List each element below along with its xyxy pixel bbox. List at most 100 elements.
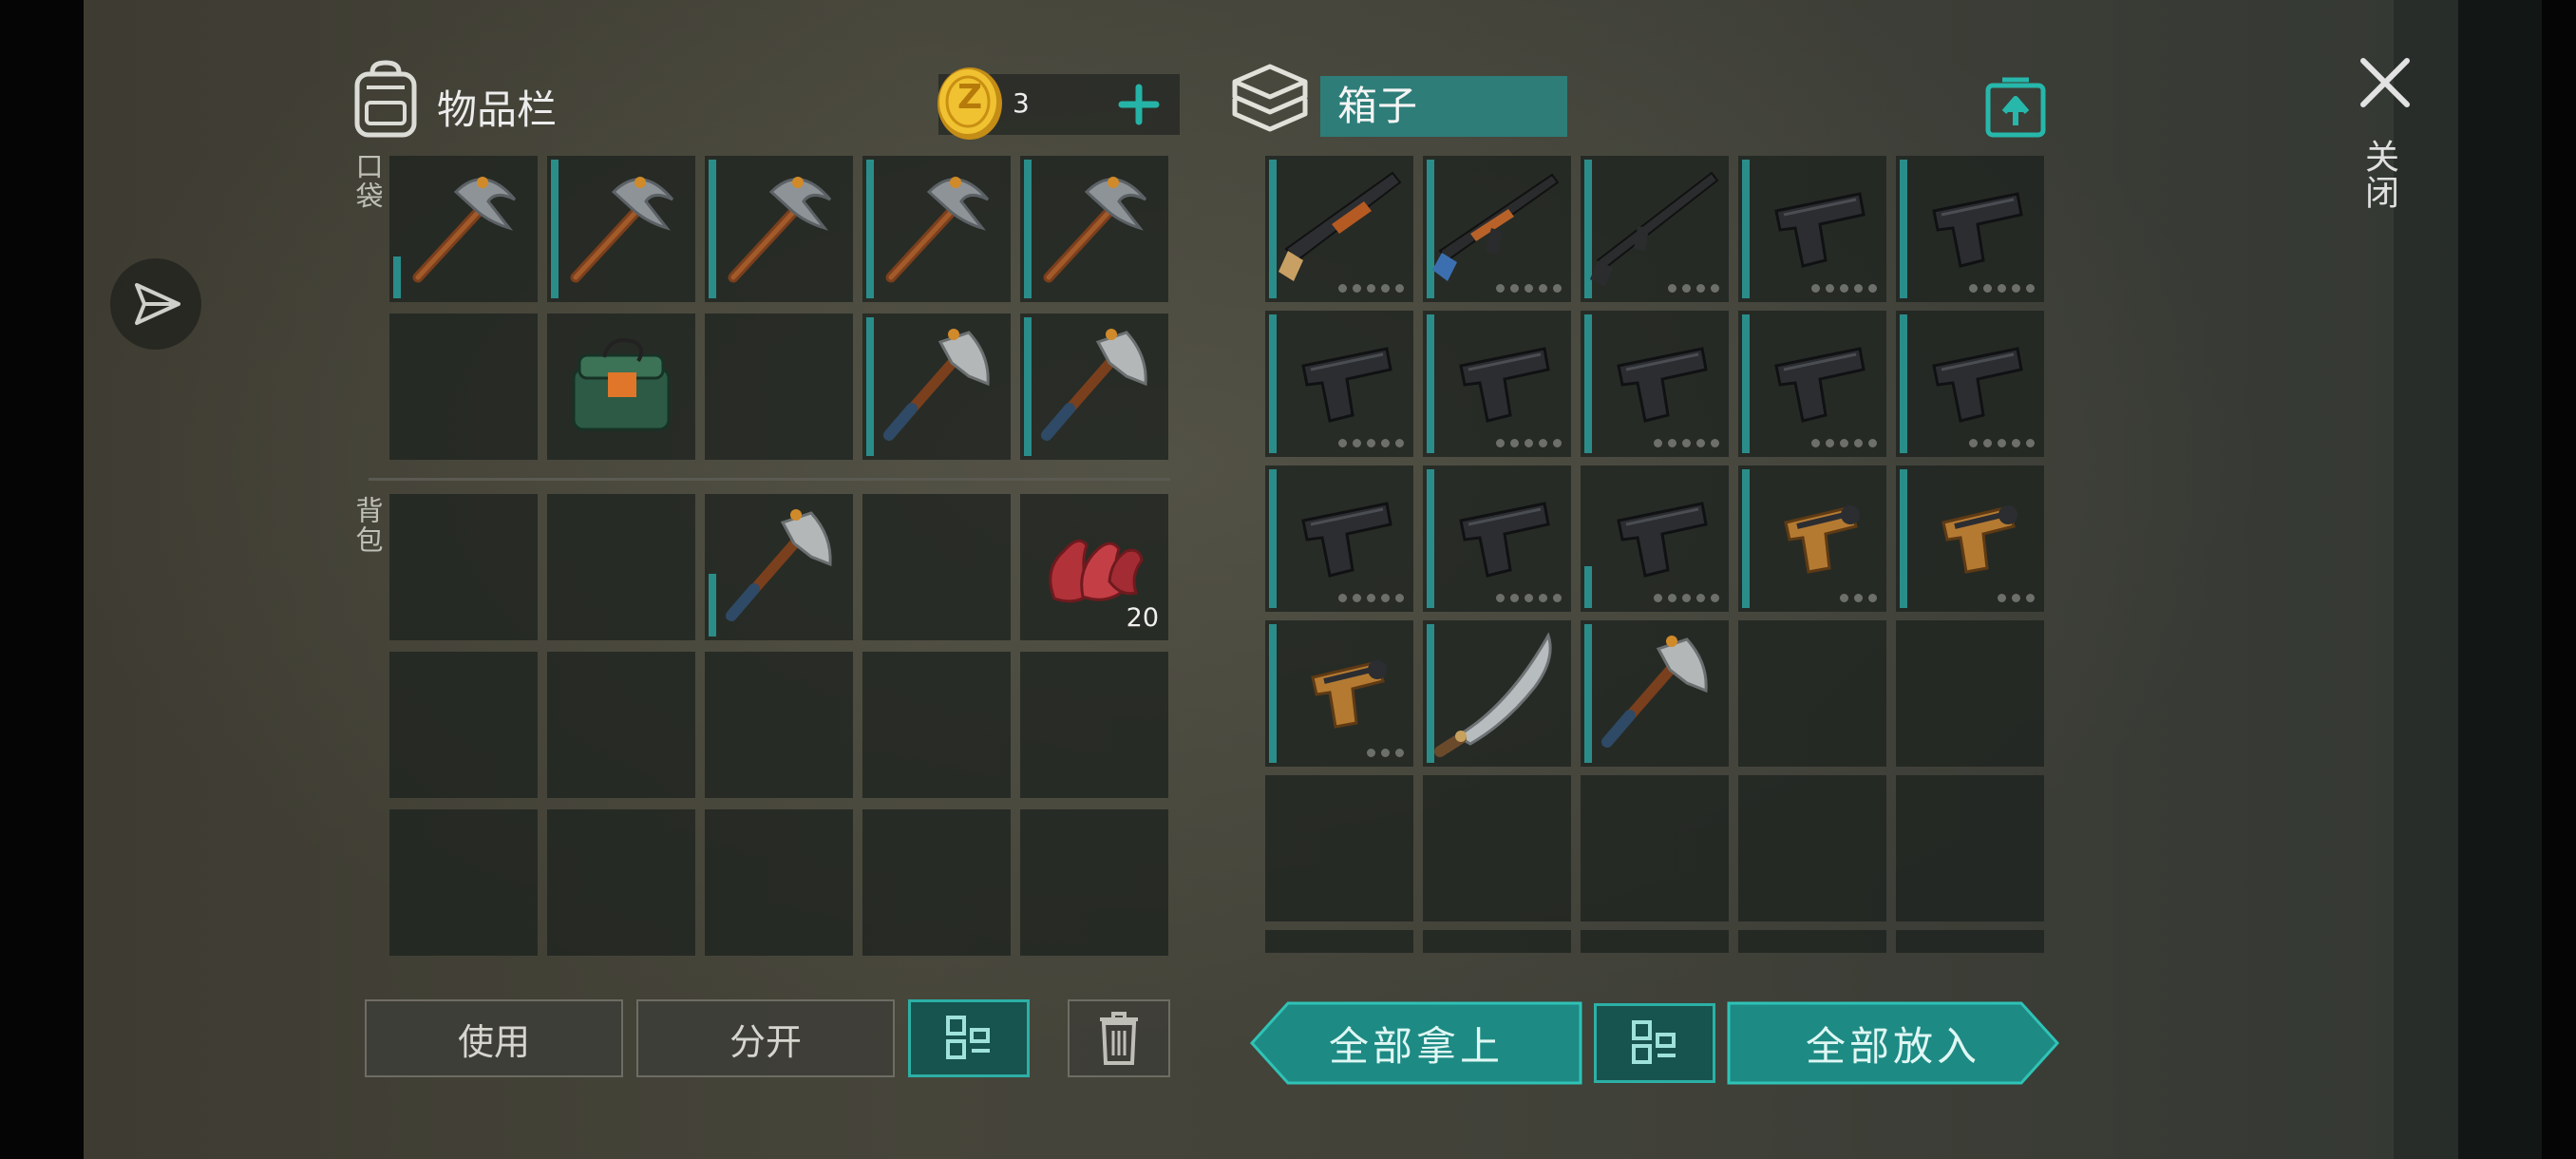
box-slot[interactable] [1738,620,1886,767]
level-dot [1696,284,1705,293]
box-slot[interactable] [1423,620,1571,767]
pistol-icon [1774,347,1866,423]
box-slot[interactable] [1896,466,2044,612]
backpack-slot[interactable] [547,652,695,798]
grid-sort-icon [1632,1020,1676,1064]
level-dot [1510,439,1519,447]
box-slot[interactable] [1896,775,2044,922]
machete-icon [1434,632,1552,757]
backpack-slot[interactable] [547,809,695,956]
plus-icon [1118,84,1160,125]
level-dot [1840,284,1848,293]
box-slot[interactable] [1423,156,1571,302]
backpack-slot[interactable] [705,652,853,798]
pocket-slot[interactable] [389,156,538,302]
put-all-button[interactable]: 全部放入 [1727,1001,2059,1085]
pistol-icon [1459,347,1550,423]
level-dot [1395,439,1404,447]
level-dot [1854,439,1863,447]
box-slot[interactable] [1738,156,1886,302]
backpack-slot[interactable] [389,809,538,956]
backpack-slot[interactable] [389,652,538,798]
box-slot[interactable] [1265,466,1413,612]
hatchet-icon [726,509,832,621]
delete-button[interactable] [1068,999,1170,1077]
pistol-icon [1301,347,1392,423]
box-slot[interactable] [1896,620,2044,767]
box-slot[interactable] [1738,775,1886,922]
level-dot [1854,284,1863,293]
backpack-slot[interactable] [705,809,853,956]
close-button[interactable]: 关闭 [2352,49,2418,230]
pickaxe-icon [570,177,674,283]
pocket-slot[interactable] [862,156,1011,302]
box-slot[interactable] [1896,156,2044,302]
hatchet-icon [1601,636,1708,748]
hatchet-icon [883,329,990,441]
box-slot[interactable] [1423,930,1571,953]
pistol-icon [1617,502,1708,578]
pocket-slot[interactable] [705,156,853,302]
backpack-slot[interactable]: 20 [1020,494,1168,640]
box-slot[interactable] [1581,156,1729,302]
box-slot[interactable] [1265,620,1413,767]
backpack-slot[interactable] [705,494,853,640]
assault-rifle-icon [1432,173,1560,281]
box-slot[interactable] [1265,930,1413,953]
level-dot [1338,439,1347,447]
level-dot [1496,594,1505,602]
level-dots [1496,594,1562,602]
pocket-slot[interactable] [547,314,695,460]
pocket-slot[interactable] [1020,156,1168,302]
box-slot[interactable] [1423,466,1571,612]
level-dot [1553,284,1562,293]
split-button[interactable]: 分开 [636,999,895,1077]
pocket-slot[interactable] [862,314,1011,460]
box-slot[interactable] [1423,311,1571,457]
use-button[interactable]: 使用 [365,999,623,1077]
box-slot[interactable] [1581,620,1729,767]
pistol-icon [1932,347,2023,423]
box-slot[interactable] [1738,311,1886,457]
box-slot[interactable] [1265,775,1413,922]
pocket-slot[interactable] [547,156,695,302]
backpack-slot[interactable] [389,494,538,640]
sort-box-button[interactable] [1594,1003,1715,1083]
level-dot [1539,439,1547,447]
pistol-icon [1617,347,1708,423]
sort-inventory-button[interactable] [908,999,1030,1077]
coin-symbol: Z [957,78,983,117]
pocket-slot[interactable] [705,314,853,460]
level-dots [1338,284,1404,293]
box-slot[interactable] [1581,930,1729,953]
level-dot [1381,284,1390,293]
box-slot[interactable] [1581,311,1729,457]
backpack-slot[interactable] [1020,809,1168,956]
pistol-icon [1459,502,1550,578]
box-slot[interactable] [1423,775,1571,922]
box-slot[interactable] [1265,156,1413,302]
backpack-slot[interactable] [862,494,1011,640]
box-slot[interactable] [1265,311,1413,457]
pistol-icon [1932,192,2023,268]
box-slot[interactable] [1738,930,1886,953]
take-all-button[interactable]: 全部拿上 [1250,1001,1582,1085]
pocket-slot[interactable] [389,314,538,460]
backpack-slot[interactable] [1020,652,1168,798]
box-slot[interactable] [1581,466,1729,612]
backpack-slot[interactable] [547,494,695,640]
box-slot[interactable] [1896,930,2044,953]
backpack-slot[interactable] [862,652,1011,798]
pocket-slot[interactable] [1020,314,1168,460]
level-dots [1654,594,1719,602]
box-slot[interactable] [1581,775,1729,922]
backpack-slot[interactable] [862,809,1011,956]
box-slot[interactable] [1896,311,2044,457]
add-coins-button[interactable] [1108,74,1170,135]
flare-gun-icon [1941,505,2017,574]
upload-button[interactable] [1985,76,2046,139]
level-dot [2012,439,2020,447]
share-button[interactable] [110,258,201,350]
box-slot[interactable] [1738,466,1886,612]
box-title[interactable]: 箱子 [1320,76,1567,137]
